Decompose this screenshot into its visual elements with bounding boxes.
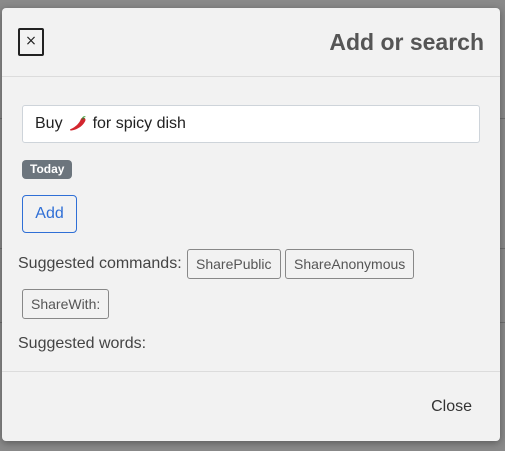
add-button[interactable]: Add	[22, 195, 77, 233]
chili-pepper-icon	[69, 116, 86, 131]
command-sharewith-button[interactable]: ShareWith:	[22, 289, 110, 319]
dialog-header: × Add or search	[2, 8, 500, 77]
dialog-footer: Close	[2, 371, 500, 441]
suggested-words-label: Suggested words:	[18, 335, 147, 352]
suggested-commands-label: Suggested commands:	[18, 255, 182, 272]
close-button[interactable]: Close	[431, 398, 472, 416]
due-date-badge: Today	[22, 160, 73, 179]
dialog-title: Add or search	[329, 29, 484, 55]
command-shareanonymous-button[interactable]: ShareAnonymous	[285, 249, 415, 279]
close-icon[interactable]: ×	[18, 28, 44, 56]
command-sharepublic-button[interactable]: SharePublic	[187, 249, 281, 279]
add-or-search-dialog: × Add or search Buy for spicy dish Today…	[2, 8, 500, 441]
input-text-before: Buy	[35, 115, 63, 132]
input-text-after: for spicy dish	[92, 115, 186, 132]
task-input[interactable]: Buy for spicy dish	[22, 105, 480, 143]
